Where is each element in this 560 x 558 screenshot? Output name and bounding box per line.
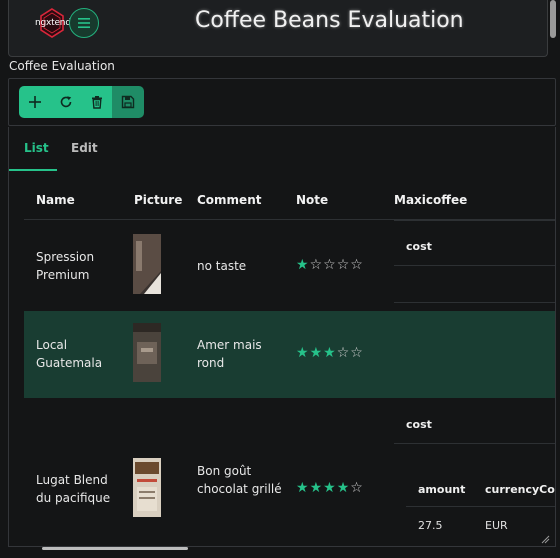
star-filled-icon[interactable]: ★: [296, 480, 310, 496]
star-filled-icon[interactable]: ★: [310, 480, 324, 496]
column-header-picture[interactable]: Picture: [134, 193, 182, 207]
toolbar: [8, 78, 556, 126]
hamburger-icon: [78, 18, 90, 28]
star-empty-icon[interactable]: ☆: [350, 480, 364, 496]
add-icon: [29, 96, 41, 108]
refresh-icon: [60, 96, 72, 108]
star-filled-icon[interactable]: ★: [310, 345, 324, 361]
refresh-button[interactable]: [50, 86, 82, 118]
delete-button[interactable]: [81, 86, 113, 118]
tab-edit[interactable]: Edit: [71, 141, 98, 155]
star-empty-icon[interactable]: ☆: [310, 257, 324, 273]
tab-bar: List Edit: [9, 127, 555, 171]
table-row-selected[interactable]: Local Guatemala Amer mais rond ★★★☆☆: [24, 311, 555, 398]
save-icon: [121, 95, 135, 109]
star-empty-icon[interactable]: ☆: [337, 345, 351, 361]
cell-name: Spression Premium: [36, 250, 95, 282]
trash-icon: [92, 96, 102, 109]
cell-name: Lugat Blend du pacifique: [36, 473, 111, 505]
star-filled-icon[interactable]: ★: [296, 257, 310, 273]
cost-currency-value: EUR: [485, 519, 508, 532]
vertical-scrollbar[interactable]: [550, 0, 556, 38]
tab-list[interactable]: List: [24, 141, 49, 155]
table-row[interactable]: Spression Premium no taste ★☆☆☆☆ cost: [24, 220, 555, 311]
maxicoffee-cost-label: cost: [406, 240, 432, 253]
menu-button[interactable]: [69, 8, 99, 38]
star-rating[interactable]: ★★★★☆: [296, 480, 364, 496]
resize-handle-icon[interactable]: [540, 534, 550, 544]
column-header-note[interactable]: Note: [296, 193, 328, 207]
maxicoffee-cost-label: cost: [406, 418, 432, 431]
maxicoffee-divider: [406, 506, 555, 507]
table-row[interactable]: Lugat Blend du pacifique Bon goût chocol…: [24, 398, 555, 546]
app-header: ngxtend Coffee Beans Evaluation: [8, 0, 548, 57]
star-filled-icon[interactable]: ★: [296, 345, 310, 361]
star-empty-icon[interactable]: ☆: [323, 257, 337, 273]
active-tab-indicator: [9, 169, 57, 171]
add-button[interactable]: [19, 86, 51, 118]
column-header-name[interactable]: Name: [36, 193, 75, 207]
maxicoffee-divider: [394, 443, 555, 444]
star-rating[interactable]: ★☆☆☆☆: [296, 257, 364, 273]
cell-comment: Bon goût chocolat grillé: [197, 464, 282, 496]
content-panel: List Edit Name Picture Comment Note Maxi…: [8, 127, 556, 547]
star-empty-icon[interactable]: ☆: [350, 257, 364, 273]
column-header-comment[interactable]: Comment: [197, 193, 261, 207]
maxicoffee-divider: [394, 302, 555, 303]
subheader-amount: amount: [418, 483, 466, 496]
coffee-bag-image: [133, 323, 161, 382]
cell-comment: Amer mais rond: [197, 338, 262, 370]
cell-comment: no taste: [197, 259, 247, 273]
logo-text: ngxtend: [35, 18, 71, 28]
horizontal-scrollbar[interactable]: [8, 545, 556, 551]
star-rating[interactable]: ★★★☆☆: [296, 345, 364, 361]
star-filled-icon[interactable]: ★: [337, 480, 351, 496]
star-empty-icon[interactable]: ☆: [337, 257, 351, 273]
panel-label: Coffee Evaluation: [9, 59, 115, 73]
scrollbar-thumb[interactable]: [42, 547, 188, 550]
star-empty-icon[interactable]: ☆: [350, 345, 364, 361]
app-logo: ngxtend: [33, 8, 71, 38]
maxicoffee-divider: [394, 220, 555, 221]
star-filled-icon[interactable]: ★: [323, 345, 337, 361]
cost-amount-value: 27.5: [418, 519, 443, 532]
save-button[interactable]: [112, 86, 144, 118]
cell-name: Local Guatemala: [36, 338, 103, 370]
maxicoffee-divider: [394, 265, 555, 266]
page-title: Coffee Beans Evaluation: [195, 8, 464, 33]
subheader-currency-code: currencyCode: [485, 483, 555, 496]
star-filled-icon[interactable]: ★: [323, 480, 337, 496]
column-header-maxicoffee[interactable]: Maxicoffee: [394, 193, 467, 207]
coffee-bag-image: [133, 458, 161, 517]
coffee-bag-image: [133, 234, 161, 294]
